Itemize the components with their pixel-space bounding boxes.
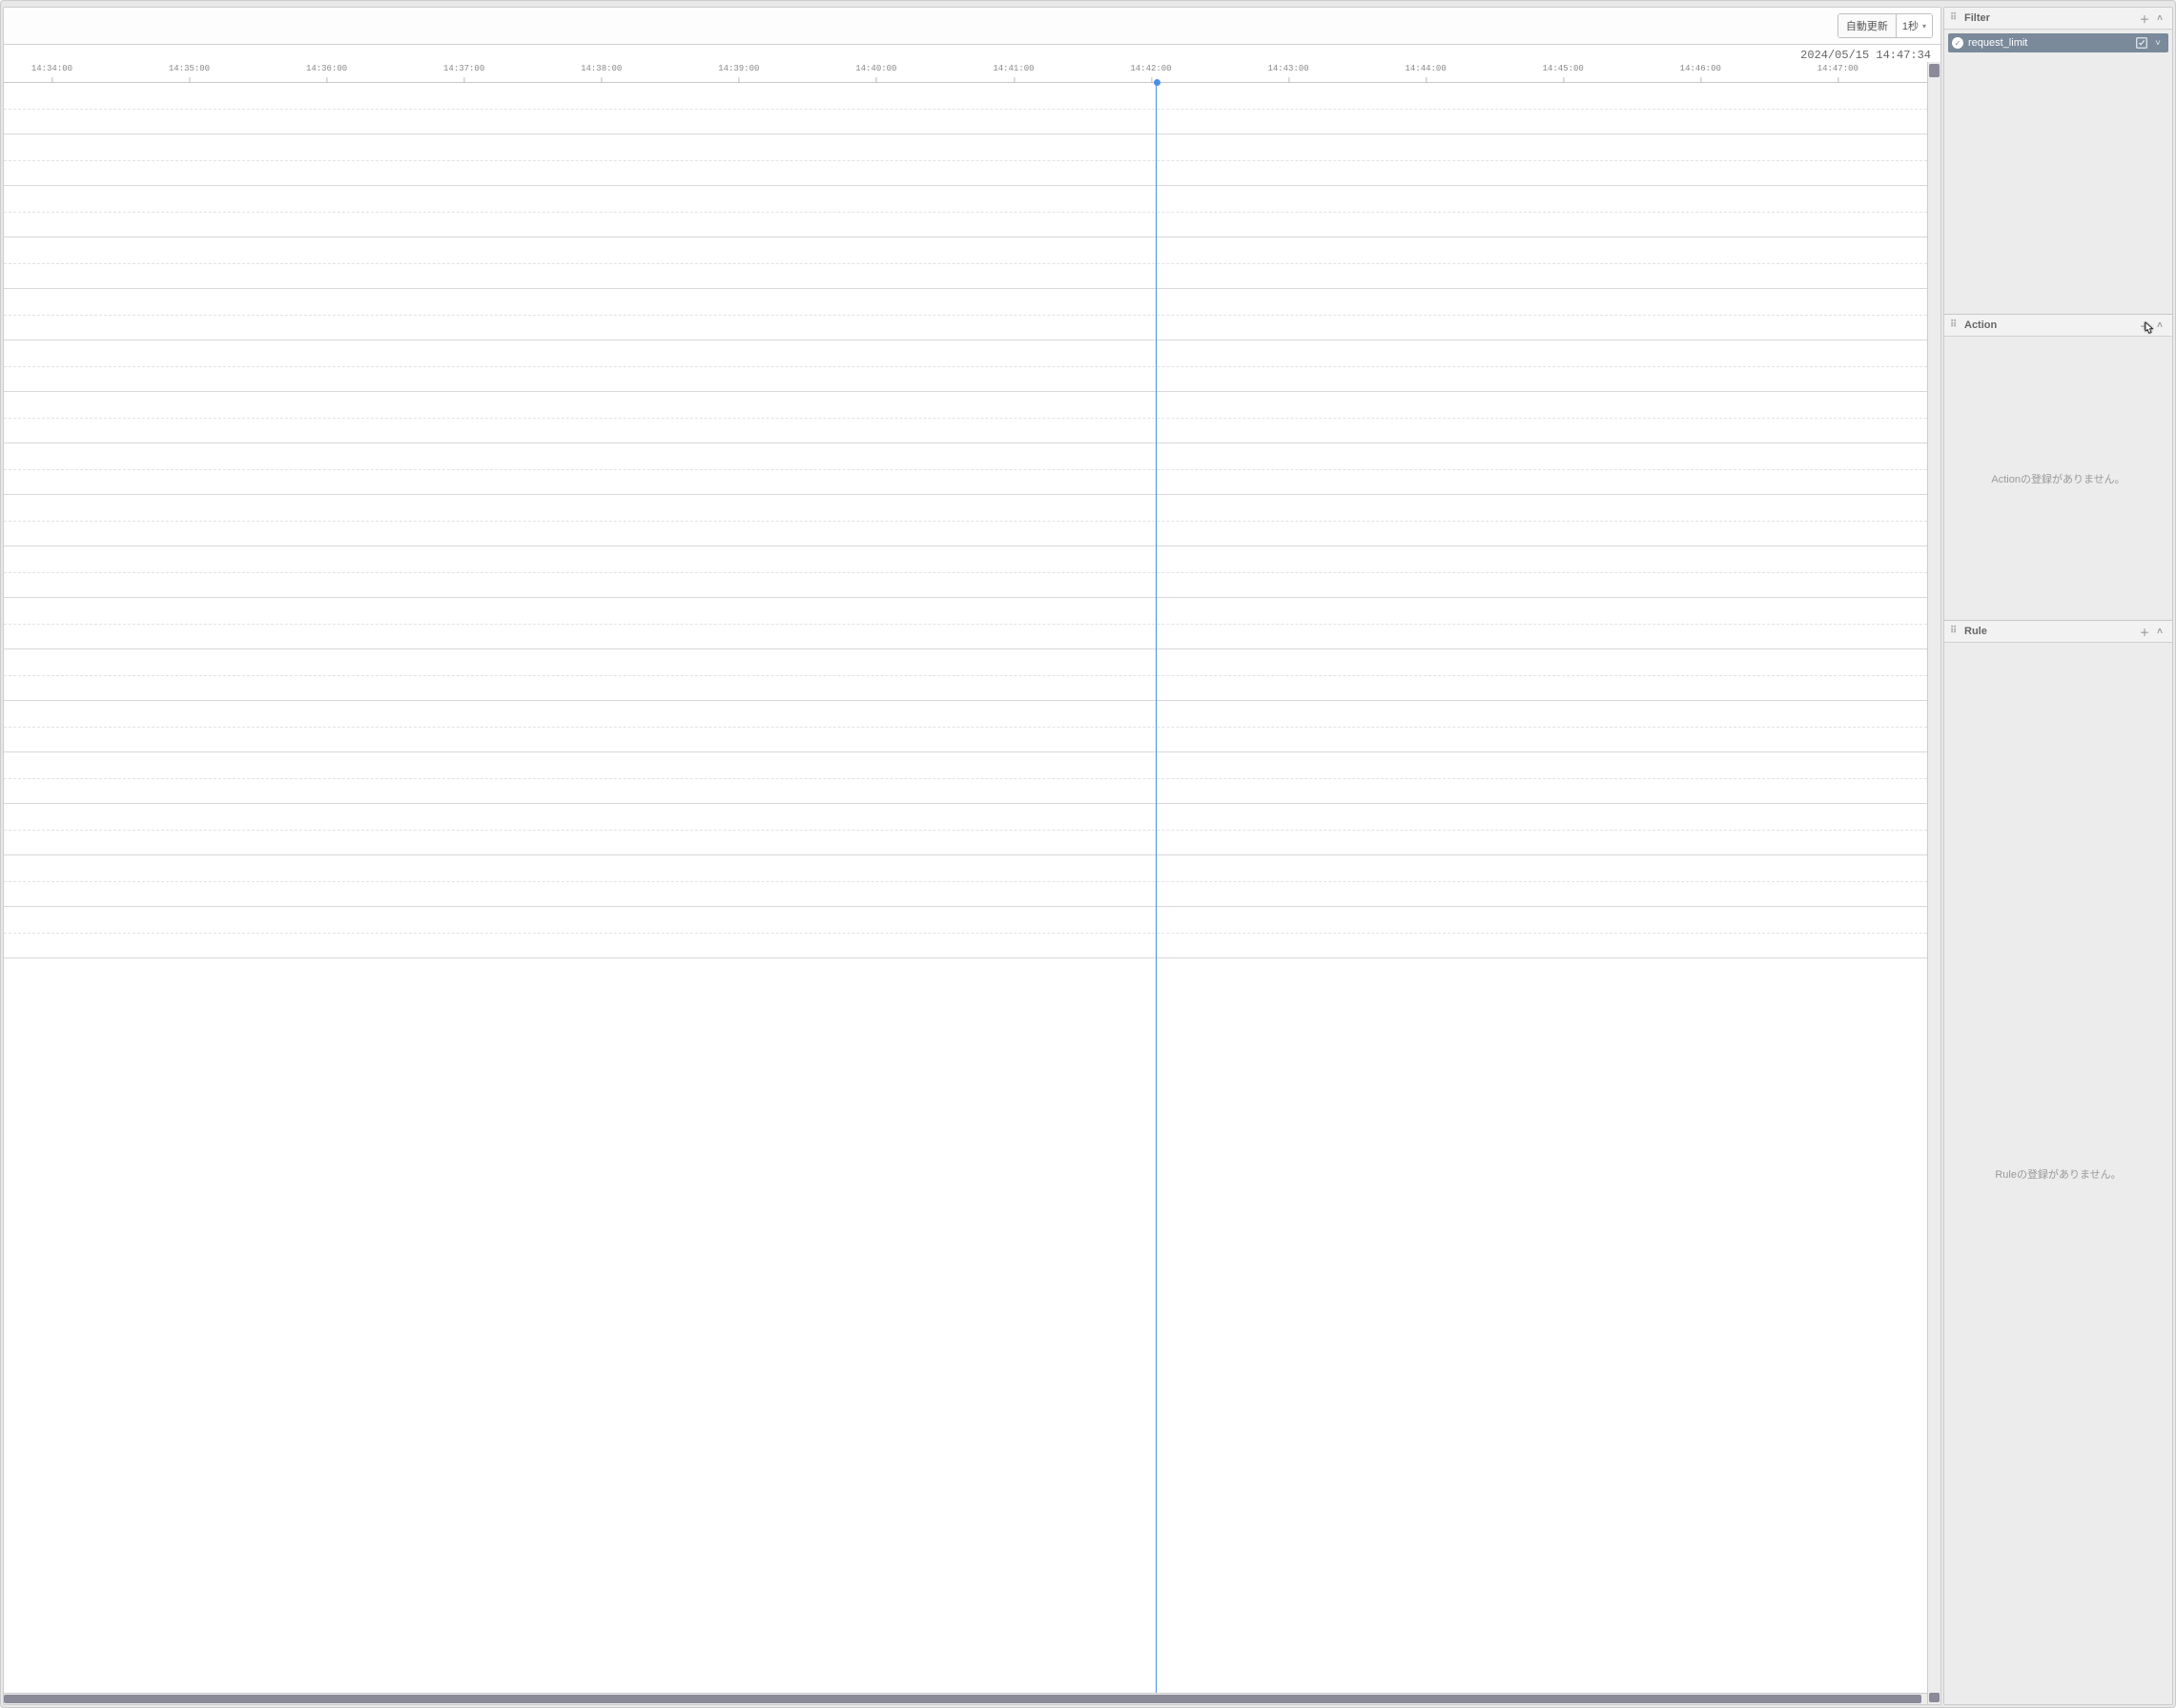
rule-panel-title: Rule [1964,626,2136,637]
refresh-interval-label: 1秒 [1902,18,1919,33]
timeline-row[interactable] [4,804,1927,855]
time-tick: 14:46:00 [1680,64,1721,73]
time-tick: 14:34:00 [31,64,72,73]
timeline-canvas[interactable]: 14:34:00 14:35:00 14:36:00 14:37:00 14:38:00… [4,62,1927,1704]
time-tick: 14:35:00 [169,64,210,73]
main-timeline-pane: 自動更新 1秒 ▾ 2024/05/15 14:47:34 14:34:0014… [3,7,1941,1705]
time-tick: 14:42:00 [1130,64,1171,73]
timeline-rows [4,83,1927,1693]
time-tick: 14:43:00 [1267,64,1308,73]
timeline-row[interactable] [4,855,1927,907]
filter-panel-body: ✓ request_limit ˅ [1944,30,2172,314]
action-panel-header[interactable]: ⠿ Action ＋ ˄ [1944,315,2172,337]
timeline-row[interactable] [4,443,1927,495]
add-action-icon[interactable]: ＋ [2138,319,2151,332]
grip-icon: ⠿ [1950,13,1960,23]
timeline-row[interactable] [4,340,1927,392]
grip-icon: ⠿ [1950,627,1960,636]
rule-empty-message: Ruleの登録がありません。 [1944,1166,2172,1182]
time-tick: 14:40:00 [855,64,896,73]
time-tick: 14:39:00 [718,64,759,73]
vertical-scroll-thumb-bottom[interactable] [1929,1693,1940,1702]
filter-panel: ⠿ Filter ＋ ˄ ✓ request_limit ˅ [1944,8,2172,315]
rule-panel-body: Ruleの登録がありません。 [1944,643,2172,1704]
horizontal-scrollbar[interactable] [4,1693,1927,1704]
timeline-row[interactable] [4,83,1927,134]
filter-item[interactable]: ✓ request_limit ˅ [1948,33,2168,52]
timeline-row[interactable] [4,495,1927,546]
action-panel-body: Actionの登録がありません。 [1944,337,2172,620]
chevron-down-icon[interactable]: ˅ [2151,36,2165,50]
edit-icon[interactable] [2135,36,2148,50]
time-tick: 14:36:00 [306,64,347,73]
vertical-scrollbar[interactable] [1927,62,1940,1704]
refresh-control-group: 自動更新 1秒 ▾ [1837,13,1933,38]
refresh-interval-select[interactable]: 1秒 ▾ [1896,14,1932,37]
vertical-scroll-thumb-top[interactable] [1929,64,1940,77]
action-panel-title: Action [1964,319,2136,331]
horizontal-scroll-thumb[interactable] [4,1695,1921,1703]
collapse-filter-icon[interactable]: ˄ [2153,11,2166,25]
timeline-row[interactable] [4,649,1927,701]
add-rule-icon[interactable]: ＋ [2138,625,2151,638]
playhead[interactable] [1156,83,1157,1693]
auto-refresh-button[interactable]: 自動更新 [1838,14,1896,37]
collapse-action-icon[interactable]: ˄ [2153,319,2166,332]
time-tick: 14:41:00 [993,64,1034,73]
action-empty-message: Actionの登録がありません。 [1944,471,2172,486]
toolbar: 自動更新 1秒 ▾ [4,8,1940,45]
time-tick: 14:45:00 [1543,64,1584,73]
filter-panel-title: Filter [1964,12,2136,24]
timeline-row[interactable] [4,186,1927,237]
action-panel: ⠿ Action ＋ ˄ Actionの登録がありません。 [1944,315,2172,621]
timeline-row[interactable] [4,598,1927,649]
filter-item-label: request_limit [1968,37,2132,49]
caret-down-icon: ▾ [1922,22,1926,31]
side-pane: ⠿ Filter ＋ ˄ ✓ request_limit ˅ ⠿ Actio [1943,7,2173,1705]
check-circle-icon: ✓ [1952,37,1963,49]
timeline-row[interactable] [4,546,1927,598]
timeline-row[interactable] [4,134,1927,186]
timeline-row[interactable] [4,701,1927,752]
timeline-row[interactable] [4,237,1927,289]
add-filter-icon[interactable]: ＋ [2138,11,2151,25]
timeline-row[interactable] [4,907,1927,958]
timeline-row[interactable] [4,392,1927,443]
collapse-rule-icon[interactable]: ˄ [2153,625,2166,638]
timeline-row[interactable] [4,289,1927,340]
time-tick: 14:37:00 [443,64,484,73]
time-tick: 14:38:00 [581,64,622,73]
time-tick: 14:47:00 [1817,64,1858,73]
filter-panel-header[interactable]: ⠿ Filter ＋ ˄ [1944,8,2172,30]
time-tick: 14:44:00 [1406,64,1447,73]
time-header: 14:34:00 14:35:00 14:36:00 14:37:00 14:38:00… [4,62,1927,83]
rule-panel: ⠿ Rule ＋ ˄ Ruleの登録がありません。 [1944,621,2172,1704]
timeline-row[interactable] [4,752,1927,804]
grip-icon: ⠿ [1950,320,1960,330]
rule-panel-header[interactable]: ⠿ Rule ＋ ˄ [1944,621,2172,643]
current-timestamp: 2024/05/15 14:47:34 [4,45,1940,62]
